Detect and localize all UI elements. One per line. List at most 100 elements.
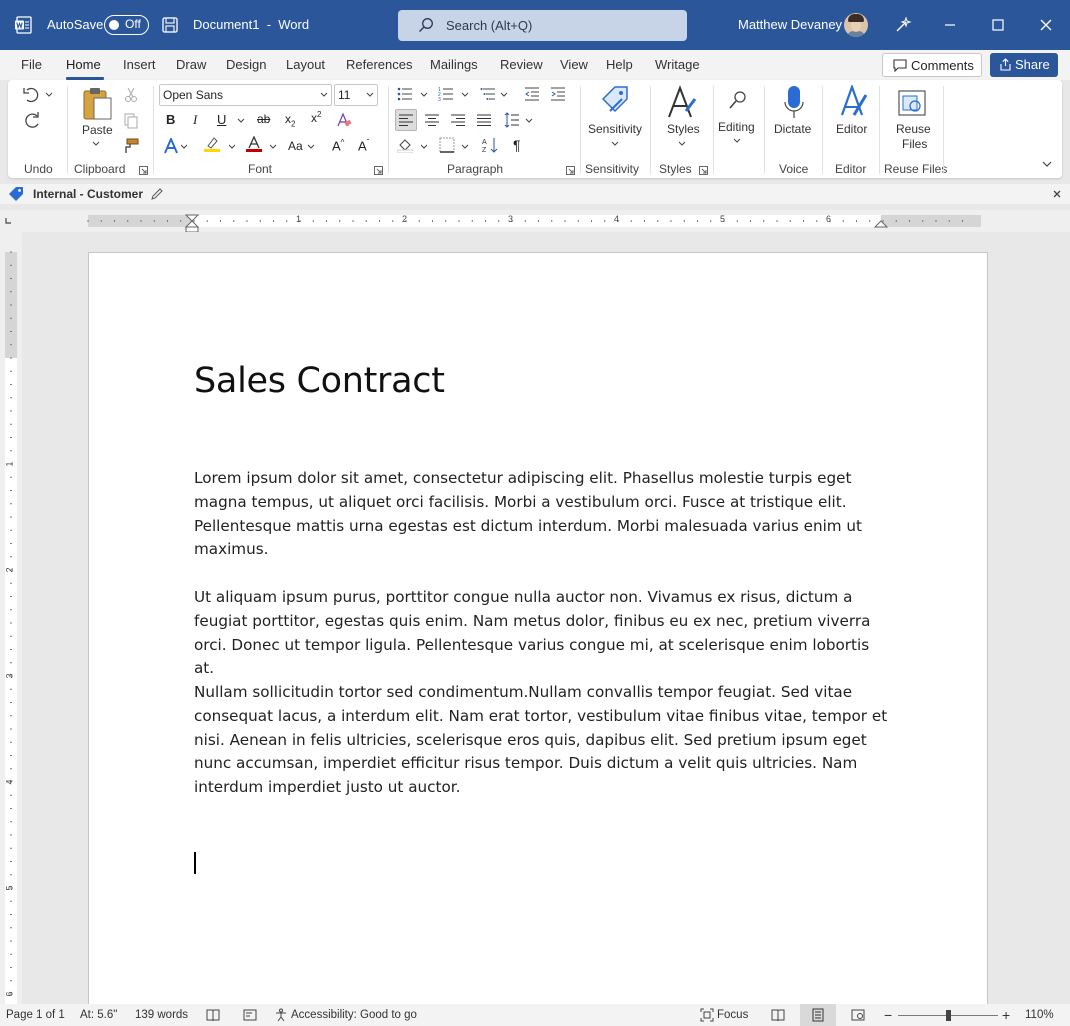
align-center-icon[interactable] bbox=[424, 112, 440, 128]
zoom-level[interactable]: 110% bbox=[1025, 1009, 1054, 1021]
vertical-ruler[interactable]: 1 2 3 4 5 6 bbox=[0, 232, 22, 1004]
change-case-dropdown-icon[interactable] bbox=[307, 144, 315, 150]
edit-pencil-icon[interactable] bbox=[150, 187, 164, 201]
clear-formatting-icon[interactable] bbox=[336, 112, 352, 128]
change-case-button[interactable]: Aa bbox=[288, 139, 303, 153]
zoom-slider-thumb[interactable] bbox=[946, 1010, 951, 1021]
paragraph-3[interactable]: Nullam sollicitudin tortor sed condiment… bbox=[194, 681, 894, 800]
zoom-in-button[interactable]: + bbox=[1002, 1007, 1010, 1023]
bold-button[interactable]: B bbox=[166, 112, 175, 127]
paragraph-launcher-icon[interactable] bbox=[566, 166, 575, 175]
show-formatting-button[interactable]: ¶ bbox=[513, 137, 521, 153]
sort-icon[interactable]: AZ bbox=[482, 137, 498, 153]
underline-dropdown-icon[interactable] bbox=[237, 118, 245, 124]
numbering-icon[interactable]: 123 bbox=[438, 86, 454, 102]
document-heading[interactable]: Sales Contract bbox=[194, 361, 445, 401]
horizontal-ruler[interactable]: 1 2 3 4 5 6 bbox=[0, 210, 1070, 232]
font-size-select[interactable]: 11 bbox=[334, 84, 378, 106]
undo-icon[interactable] bbox=[22, 86, 44, 104]
sensitivity-dropdown-icon[interactable] bbox=[611, 141, 619, 147]
reuse-files-icon[interactable] bbox=[897, 88, 927, 118]
save-icon[interactable] bbox=[161, 16, 179, 34]
print-layout-active[interactable] bbox=[800, 1004, 836, 1026]
track-changes-icon[interactable] bbox=[243, 1008, 257, 1022]
autosave-toggle[interactable]: Off bbox=[104, 15, 149, 35]
sensitivity-label[interactable]: Sensitivity bbox=[588, 122, 642, 136]
user-name[interactable]: Matthew Devaney bbox=[738, 17, 842, 32]
align-left-button[interactable] bbox=[395, 109, 417, 131]
paste-dropdown-icon[interactable] bbox=[92, 141, 100, 147]
font-color-dropdown-icon[interactable] bbox=[269, 144, 277, 150]
paste-label[interactable]: Paste bbox=[82, 123, 113, 137]
comments-button[interactable]: Comments bbox=[882, 53, 982, 77]
text-effects-icon[interactable] bbox=[163, 138, 179, 154]
wand-icon[interactable] bbox=[894, 16, 912, 34]
tab-file[interactable]: File bbox=[21, 57, 42, 72]
editor-icon[interactable] bbox=[836, 85, 868, 119]
font-color-icon[interactable] bbox=[246, 136, 262, 152]
shading-dropdown-icon[interactable] bbox=[420, 144, 428, 150]
line-spacing-icon[interactable] bbox=[504, 112, 520, 128]
align-right-icon[interactable] bbox=[450, 112, 466, 128]
reuse-files-label-line2[interactable]: Files bbox=[902, 137, 927, 151]
shrink-font-button[interactable]: Aˇ bbox=[358, 138, 369, 153]
proofing-icon[interactable] bbox=[206, 1008, 220, 1022]
accessibility-status[interactable]: Accessibility: Good to go bbox=[291, 1009, 417, 1021]
subscript-button[interactable]: x2 bbox=[285, 112, 295, 128]
web-layout-icon[interactable] bbox=[851, 1008, 865, 1022]
close-icon[interactable] bbox=[1035, 14, 1057, 36]
font-launcher-icon[interactable] bbox=[374, 166, 383, 175]
tab-review[interactable]: Review bbox=[500, 57, 543, 72]
document-page[interactable]: Sales Contract Lorem ipsum dolor sit ame… bbox=[88, 252, 988, 1004]
editor-label[interactable]: Editor bbox=[836, 122, 867, 136]
close-bar-icon[interactable] bbox=[1050, 187, 1064, 201]
paste-icon[interactable] bbox=[80, 86, 114, 122]
cursor-position[interactable]: At: 5.6" bbox=[80, 1009, 117, 1021]
tab-layout[interactable]: Layout bbox=[286, 57, 325, 72]
styles-label[interactable]: Styles bbox=[667, 122, 700, 136]
highlight-icon[interactable] bbox=[204, 136, 220, 152]
numbering-dropdown-icon[interactable] bbox=[461, 92, 469, 98]
tab-draw[interactable]: Draw bbox=[176, 57, 206, 72]
find-icon[interactable] bbox=[728, 90, 748, 112]
editing-label[interactable]: Editing bbox=[718, 120, 755, 134]
tab-insert[interactable]: Insert bbox=[123, 57, 156, 72]
collapse-ribbon-icon[interactable] bbox=[1042, 160, 1052, 168]
tab-home[interactable]: Home bbox=[66, 57, 101, 72]
italic-button[interactable]: I bbox=[193, 112, 197, 128]
font-family-select[interactable]: Open Sans bbox=[159, 84, 332, 106]
borders-icon[interactable] bbox=[439, 137, 455, 153]
document-canvas[interactable]: Sales Contract Lorem ipsum dolor sit ame… bbox=[22, 232, 1070, 1004]
strikethrough-button[interactable]: ab bbox=[257, 112, 270, 126]
increase-indent-icon[interactable] bbox=[550, 86, 566, 102]
bullets-icon[interactable] bbox=[397, 86, 413, 102]
highlight-dropdown-icon[interactable] bbox=[228, 144, 236, 150]
line-spacing-dropdown-icon[interactable] bbox=[525, 118, 533, 124]
styles-dropdown-icon[interactable] bbox=[678, 141, 686, 147]
zoom-out-button[interactable]: − bbox=[884, 1007, 892, 1023]
copy-icon[interactable] bbox=[123, 113, 139, 129]
redo-icon[interactable] bbox=[22, 111, 42, 131]
word-count[interactable]: 139 words bbox=[135, 1009, 188, 1021]
read-mode-icon[interactable] bbox=[771, 1008, 785, 1022]
superscript-button[interactable]: x2 bbox=[311, 110, 321, 125]
bullets-dropdown-icon[interactable] bbox=[420, 92, 428, 98]
cut-icon[interactable] bbox=[123, 87, 139, 103]
dictate-label[interactable]: Dictate bbox=[774, 122, 811, 136]
sensitivity-icon[interactable] bbox=[600, 85, 630, 117]
microphone-icon[interactable] bbox=[784, 84, 804, 120]
text-effects-dropdown-icon[interactable] bbox=[180, 144, 188, 150]
tab-help[interactable]: Help bbox=[606, 57, 633, 72]
shading-icon[interactable] bbox=[397, 137, 413, 153]
share-button[interactable]: Share bbox=[990, 53, 1058, 77]
grow-font-button[interactable]: A^ bbox=[332, 138, 344, 153]
paragraph-2[interactable]: Ut aliquam ipsum purus, porttitor congue… bbox=[194, 586, 894, 681]
tab-design[interactable]: Design bbox=[226, 57, 266, 72]
focus-label[interactable]: Focus bbox=[717, 1009, 748, 1021]
avatar[interactable] bbox=[844, 13, 868, 37]
search-box[interactable]: Search (Alt+Q) bbox=[398, 10, 687, 41]
format-painter-icon[interactable] bbox=[123, 138, 139, 154]
clipboard-launcher-icon[interactable] bbox=[139, 166, 148, 175]
editing-dropdown-icon[interactable] bbox=[733, 138, 741, 144]
focus-icon[interactable] bbox=[700, 1008, 714, 1022]
